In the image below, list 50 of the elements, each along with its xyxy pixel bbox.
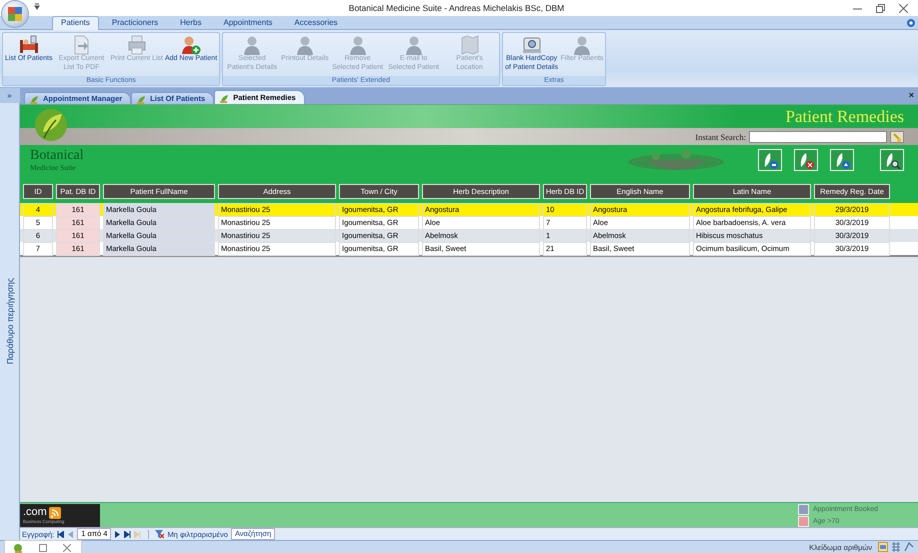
close-tab-button[interactable]: × — [908, 90, 914, 100]
filter-off-icon — [155, 530, 164, 538]
window-title: Botanical Medicine Suite - Andreas Michelakis BSc, DBM — [348, 3, 566, 13]
toolbar-button[interactable] — [794, 149, 818, 171]
person-icon — [572, 35, 592, 55]
first-record-icon — [57, 530, 64, 538]
brush-icon — [892, 132, 902, 142]
maximize-icon[interactable] — [39, 544, 47, 552]
next-record-icon — [114, 530, 122, 538]
close-icon[interactable] — [899, 4, 908, 12]
close-icon[interactable] — [63, 544, 71, 552]
ribbon-tab[interactable]: Practicioners — [102, 16, 168, 29]
brand-name: Botanical — [30, 149, 85, 163]
scanner-icon — [522, 35, 542, 55]
search-button[interactable] — [890, 130, 904, 142]
previous-record-icon — [67, 530, 74, 538]
ribbon-tab[interactable]: Herbs — [171, 16, 210, 29]
leaf-logo-icon — [34, 108, 68, 142]
customize-toolbar-icon[interactable] — [34, 2, 40, 10]
ribbon-tab[interactable]: Patients — [52, 16, 99, 30]
person-plus-icon — [181, 35, 202, 55]
person-icon — [242, 35, 262, 55]
ribbon-tab[interactable]: Accessories — [285, 16, 347, 29]
last-record-icon — [124, 530, 132, 538]
pane-toggle-button[interactable]: » — [0, 88, 20, 103]
toolbar-button[interactable] — [880, 149, 904, 171]
form-title: Patient Remedies — [785, 106, 904, 128]
search-field[interactable] — [749, 130, 887, 142]
person-icon — [348, 35, 368, 55]
map-icon — [460, 35, 480, 55]
new-record-icon — [134, 530, 142, 538]
app-menu-button[interactable] — [2, 1, 28, 27]
datasheet-view-icon[interactable] — [891, 542, 901, 552]
form-view-icon[interactable] — [878, 542, 888, 552]
last-record-button[interactable] — [124, 530, 132, 538]
restore-icon[interactable] — [876, 4, 885, 12]
app-logo-icon — [7, 6, 23, 22]
ribbon-tab[interactable]: Appointments — [214, 16, 282, 29]
first-record-button[interactable] — [57, 530, 64, 538]
person-icon — [294, 35, 315, 55]
navigation-pane-bar[interactable]: Παράθυρο περιήγησης — [0, 103, 19, 540]
person-icon — [404, 35, 424, 55]
help-icon[interactable] — [907, 19, 915, 27]
bed-icon — [18, 35, 39, 55]
next-record-button[interactable] — [114, 530, 122, 538]
printer-icon — [126, 35, 147, 55]
toolbar-button[interactable] — [758, 149, 782, 171]
toolbar-button[interactable] — [830, 149, 854, 171]
rss-icon — [48, 506, 61, 518]
search-label: Instant Search: — [695, 132, 746, 142]
